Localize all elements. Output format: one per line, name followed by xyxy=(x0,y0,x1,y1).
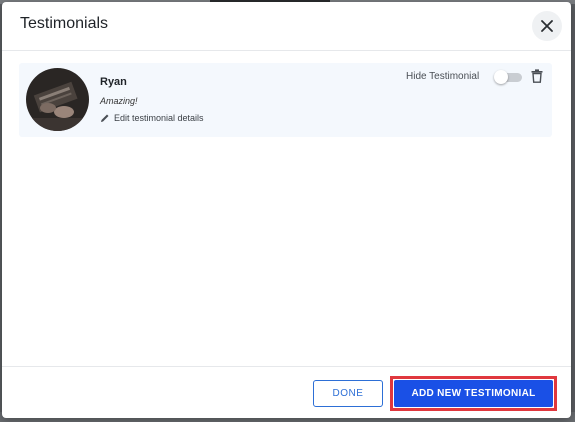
delete-testimonial-button[interactable] xyxy=(531,69,543,88)
testimonial-name: Ryan xyxy=(100,76,127,88)
edit-testimonial-link[interactable]: Edit testimonial details xyxy=(100,113,204,123)
dialog-title: Testimonials xyxy=(20,15,109,32)
close-icon xyxy=(541,20,553,32)
pencil-icon xyxy=(101,114,109,122)
add-new-testimonial-button[interactable]: ADD NEW TESTIMONIAL xyxy=(394,380,553,407)
testimonial-quote: Amazing! xyxy=(100,96,138,106)
trash-icon xyxy=(531,69,543,83)
testimonial-card: Ryan Amazing! Edit testimonial details H… xyxy=(19,63,552,137)
done-button[interactable]: DONE xyxy=(313,380,383,407)
dialog-header: Testimonials xyxy=(2,2,571,51)
avatar xyxy=(26,68,89,131)
hide-testimonial-label: Hide Testimonial xyxy=(406,71,480,82)
testimonials-dialog: Testimonials Ryan Amazing! Edit testimon… xyxy=(2,2,571,418)
hide-testimonial-toggle[interactable] xyxy=(494,70,522,84)
dialog-content: Ryan Amazing! Edit testimonial details H… xyxy=(2,51,571,364)
edit-link-label: Edit testimonial details xyxy=(114,113,204,123)
close-button[interactable] xyxy=(532,11,562,41)
toggle-thumb xyxy=(494,70,508,84)
dialog-footer: DONE ADD NEW TESTIMONIAL xyxy=(2,366,571,418)
